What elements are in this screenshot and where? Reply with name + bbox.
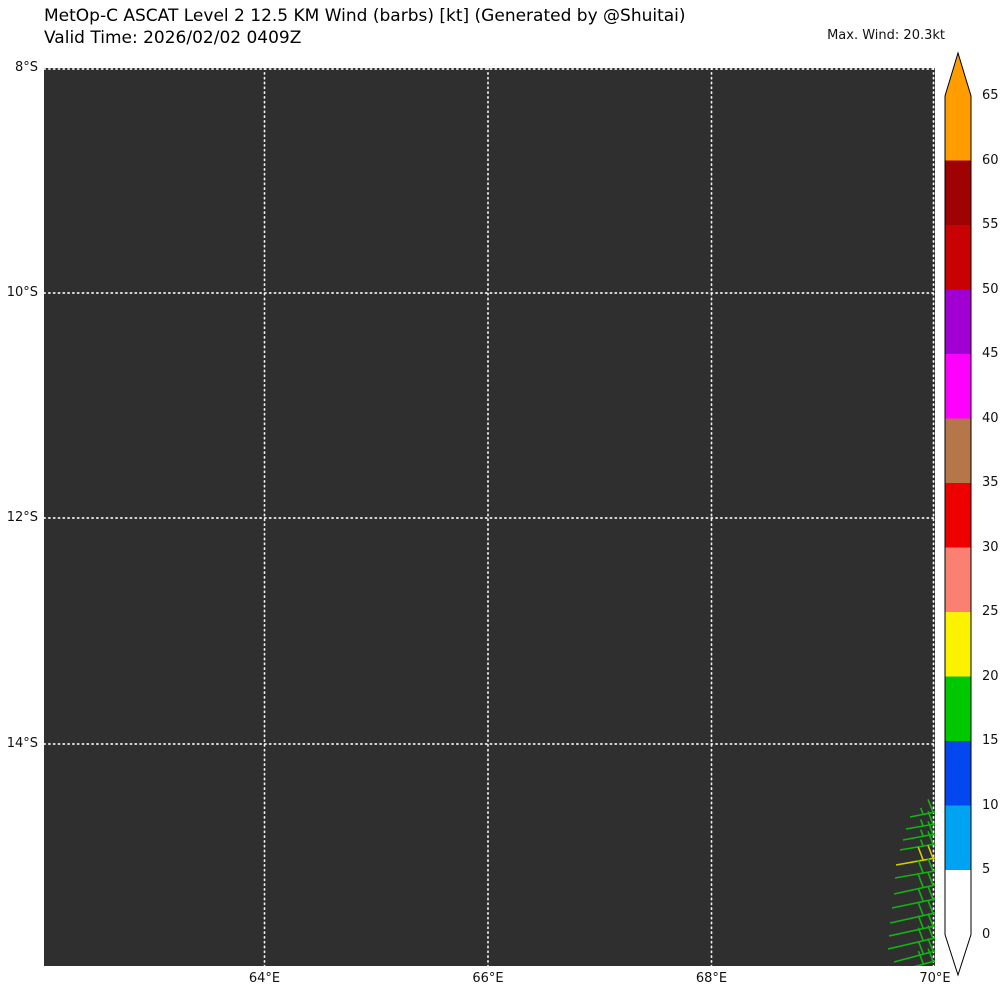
wind-barb-staff — [913, 960, 935, 966]
x-axis-tick-label: 68°E — [695, 971, 728, 986]
x-axis-tick-label: 66°E — [472, 971, 504, 986]
colorbar — [944, 51, 972, 977]
wind-barb — [899, 831, 935, 851]
wind-barb-full-tick — [927, 858, 934, 872]
ascat-wind-figure: MetOp-C ASCAT Level 2 12.5 KM Wind (barb… — [0, 0, 1008, 996]
wind-barb-full-tick — [917, 915, 925, 929]
colorbar-tick-label: 65 — [982, 88, 999, 103]
colorbar-tick-label: 30 — [982, 539, 999, 555]
colorbar-segment-10-15 — [945, 741, 971, 806]
wind-barb-full-tick — [917, 874, 925, 888]
colorbar-tick-label: 15 — [982, 733, 999, 748]
chart-subtitle: Valid Time: 2026/02/02 0409Z — [44, 28, 302, 48]
wind-barb — [909, 799, 935, 818]
wind-barb-full-tick — [927, 845, 934, 859]
wind-barb-layer — [44, 68, 935, 966]
colorbar-tick-label: 20 — [982, 668, 999, 684]
colorbar-segment-40-45 — [945, 354, 971, 419]
colorbar-segment-25-30 — [945, 547, 971, 612]
colorbar-tick-label: 60 — [982, 152, 999, 168]
colorbar-extend-top-arrow — [945, 53, 971, 96]
colorbar-tick-label: 0 — [982, 926, 991, 942]
title-block: MetOp-C ASCAT Level 2 12.5 KM Wind (barb… — [44, 5, 686, 49]
colorbar-tick-label: 55 — [982, 217, 999, 232]
colorbar-tick-label: 10 — [982, 797, 999, 813]
colorbar-segment-15-20 — [945, 676, 971, 741]
wind-barb-half-tick — [919, 807, 924, 815]
wind-barb-full-tick — [917, 859, 924, 874]
wind-barb-full-tick — [927, 913, 934, 927]
wind-barb-full-tick — [927, 886, 934, 900]
wind-barb-full-tick — [917, 846, 924, 861]
wind-barb-full-tick — [917, 888, 925, 902]
colorbar-tick-label: 50 — [982, 281, 999, 297]
colorbar-segment-45-50 — [945, 289, 971, 354]
colorbar-segment-20-25 — [945, 612, 971, 677]
colorbar-segment-50-55 — [945, 225, 971, 290]
wind-barb-full-tick — [927, 799, 934, 813]
colorbar-segment-55-60 — [945, 160, 971, 225]
wind-barb — [913, 948, 935, 966]
x-axis-tick-label: 64°E — [248, 971, 281, 986]
y-axis-tick-label: 10°S — [6, 285, 38, 300]
y-axis-tick-label: 14°S — [6, 736, 38, 751]
colorbar-tick-label: 45 — [982, 346, 999, 361]
map-plot-area — [44, 68, 935, 966]
colorbar-tick-label: 5 — [982, 862, 991, 877]
y-axis-tick-label: 8°S — [14, 60, 38, 75]
colorbar-segment-35-40 — [945, 418, 971, 483]
wind-barb-full-tick — [927, 872, 934, 886]
y-axis-tick-label: 12°S — [6, 510, 38, 525]
max-wind-annotation: Max. Wind: 20.3kt — [827, 28, 945, 43]
colorbar-tick-label: 25 — [982, 604, 999, 619]
colorbar-extend-bottom-arrow — [945, 934, 971, 975]
wind-barb-full-tick — [917, 902, 925, 916]
wind-barb — [888, 913, 935, 937]
wind-barb-full-tick — [927, 900, 934, 914]
wind-barb — [887, 925, 935, 950]
colorbar-segment-5-10 — [945, 805, 971, 870]
colorbar-tick-label: 40 — [982, 410, 999, 426]
colorbar-segment-0-5 — [945, 870, 971, 935]
colorbar-tick-label: 35 — [982, 475, 999, 490]
wind-barb-half-tick — [919, 839, 924, 847]
colorbar-segment-60-65 — [945, 96, 971, 161]
wind-barb — [893, 872, 935, 895]
wind-barb-half-tick — [919, 819, 924, 827]
colorbar-segment-30-35 — [945, 483, 971, 548]
wind-barb-half-tick — [919, 829, 924, 837]
chart-title: MetOp-C ASCAT Level 2 12.5 KM Wind (barb… — [44, 6, 686, 26]
